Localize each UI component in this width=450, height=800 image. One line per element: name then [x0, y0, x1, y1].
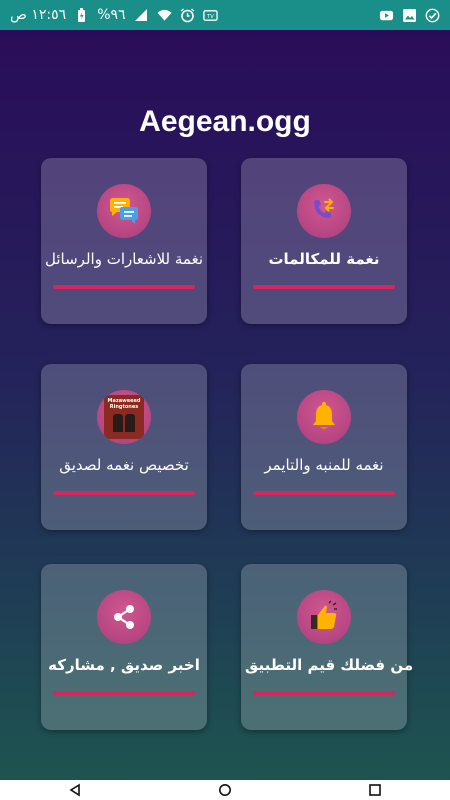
status-bar: ١٢:٥٦ ص %٩٦ TV	[0, 0, 450, 30]
card-accent-bar	[53, 491, 195, 495]
back-icon[interactable]	[60, 780, 90, 800]
card-accent-bar	[253, 691, 395, 695]
battery-percent: %٩٦	[97, 7, 126, 23]
alarm-icon	[180, 7, 195, 23]
card-rate-app[interactable]: من فضلك قيم التطبيق	[241, 564, 414, 730]
home-icon[interactable]	[210, 780, 240, 800]
tv-icon: TV	[202, 8, 218, 23]
card-custom-friend-ringtone[interactable]: Mazaweeed Ringtones تخصيص نغمه لصديق	[41, 364, 207, 530]
card-label: تخصيص نغمه لصديق	[59, 456, 189, 474]
card-label: اخبر صديق , مشاركه	[48, 656, 200, 674]
card-accent-bar	[253, 491, 395, 495]
wifi-icon	[157, 8, 172, 23]
card-alarm-ringtone[interactable]: نغمه للمنبه والتايمر	[241, 364, 407, 530]
status-time: ١٢:٥٦ ص	[10, 7, 67, 23]
share-icon	[97, 590, 151, 644]
card-label: نغمة للمكالمات	[268, 250, 380, 268]
poster-image: Mazaweeed Ringtones	[97, 390, 151, 444]
poster-artwork: Mazaweeed Ringtones	[104, 395, 144, 439]
card-label: نغمه للمنبه والتايمر	[264, 456, 384, 474]
card-label: نغمة للاشعارات والرسائل	[45, 250, 204, 268]
card-label: من فضلك قيم التطبيق	[245, 656, 414, 674]
svg-text:TV: TV	[206, 13, 214, 19]
navigation-bar	[0, 780, 450, 800]
recents-icon[interactable]	[360, 780, 390, 800]
chat-bubbles-icon	[97, 184, 151, 238]
card-accent-bar	[53, 285, 195, 289]
card-accent-bar	[53, 691, 195, 695]
card-notification-ringtone[interactable]: نغمة للاشعارات والرسائل	[41, 158, 207, 324]
battery-icon	[74, 7, 89, 23]
signal-icon	[134, 8, 149, 23]
poster-text: Mazaweeed Ringtones	[107, 398, 141, 410]
app-screen: Aegean.ogg نغمة للمكالمات نغمة للاشعارات…	[0, 30, 450, 780]
status-right	[379, 8, 440, 23]
card-accent-bar	[253, 285, 395, 289]
card-share-friend[interactable]: اخبر صديق , مشاركه	[41, 564, 207, 730]
card-call-ringtone[interactable]: نغمة للمكالمات	[241, 158, 407, 324]
poster-figures	[113, 414, 135, 432]
call-swap-icon	[297, 184, 351, 238]
status-left: ١٢:٥٦ ص %٩٦ TV	[10, 7, 218, 23]
picture-icon	[402, 8, 417, 23]
thumbs-up-icon	[297, 590, 351, 644]
bell-icon	[297, 390, 351, 444]
app-title: Aegean.ogg	[139, 105, 311, 138]
youtube-icon	[379, 8, 394, 23]
check-icon	[425, 8, 440, 23]
